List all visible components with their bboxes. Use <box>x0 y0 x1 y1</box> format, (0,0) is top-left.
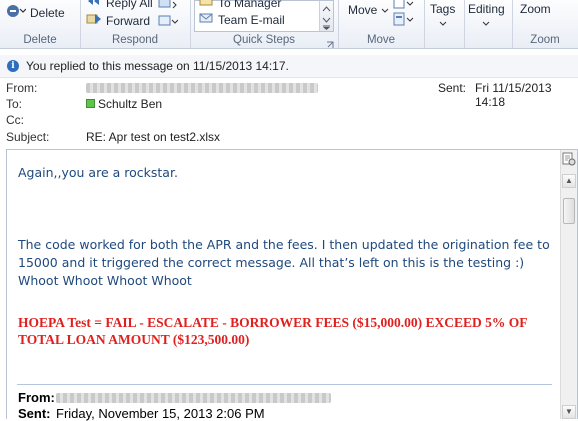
tags-button[interactable]: Tags <box>430 2 455 30</box>
to-label: To: <box>6 97 23 111</box>
scroll-down-button[interactable]: ▼ <box>562 405 576 419</box>
quoted-sent-label: Sent: <box>18 406 51 421</box>
team-email-icon <box>199 12 213 27</box>
delete-icon <box>6 3 27 22</box>
im-reply-icon[interactable] <box>158 0 178 15</box>
to-value: Schultz Ben <box>98 97 163 111</box>
info-icon: i <box>7 60 19 72</box>
editing-group: Editing <box>464 0 513 48</box>
delete-button[interactable]: Delete <box>6 3 65 22</box>
reply-all-icon <box>86 0 102 11</box>
forward-label: Forward <box>106 13 151 28</box>
reply-info-text: You replied to this message on 11/15/201… <box>26 59 289 73</box>
actions-icon[interactable] <box>392 11 414 30</box>
sent-label: Sent: <box>438 81 467 95</box>
cc-label: Cc: <box>6 113 24 127</box>
scroll-up-button[interactable]: ▲ <box>562 174 576 188</box>
editing-dropdown-icon <box>482 16 490 30</box>
respond-group-label: Respond <box>111 34 159 46</box>
to-recipient[interactable]: Schultz Ben <box>86 97 162 111</box>
ribbon: Delete Delete Reply All Forward Respond <box>0 0 578 49</box>
tags-dropdown-icon <box>439 16 447 30</box>
message-body[interactable]: Again,,you are a rockstar. The code work… <box>6 149 578 421</box>
quick-steps-scroll[interactable] <box>319 1 333 31</box>
subject-value: RE: Apr test on test2.xlsx <box>86 130 221 144</box>
move-button[interactable]: Move <box>348 3 389 17</box>
from-label: From: <box>6 81 38 95</box>
reply-all-label: Reply All <box>106 0 153 10</box>
view-in-browser-icon[interactable] <box>562 152 576 169</box>
body-line-1: Again,,you are a rockstar. <box>18 165 178 180</box>
team-email-label: Team E-mail <box>218 12 285 27</box>
body-para-line-2: 15000 and it triggered the correct messa… <box>18 255 525 270</box>
quick-step-team-email[interactable]: Team E-mail <box>199 12 285 27</box>
quick-step-to-manager[interactable]: To Manager <box>199 0 281 10</box>
move-label: Move <box>348 3 378 17</box>
forward-icon <box>86 12 102 29</box>
respond-group: Reply All Forward Respond <box>80 0 191 48</box>
delete-label: Delete <box>30 5 65 20</box>
vertical-scrollbar[interactable]: ▲ ▼ <box>560 150 577 419</box>
quoted-from-redacted <box>56 393 331 403</box>
to-manager-label: To Manager <box>218 0 282 10</box>
quick-steps-gallery: To Manager Team E-mail <box>194 0 334 32</box>
reply-all-button[interactable]: Reply All <box>86 0 153 11</box>
quick-steps-launcher-icon[interactable] <box>326 38 334 52</box>
quoted-sent-value: Friday, November 15, 2013 2:06 PM <box>56 406 265 421</box>
more-respond-icon[interactable] <box>158 14 179 31</box>
from-value-redacted <box>86 83 318 93</box>
quick-steps-group-label: Quick Steps <box>233 34 295 46</box>
to-manager-icon <box>199 0 213 10</box>
tags-group: Tags <box>424 0 465 48</box>
quoted-from-label: From: <box>18 390 55 405</box>
move-dropdown-icon <box>381 3 389 17</box>
forward-button[interactable]: Forward <box>86 12 150 29</box>
zoom-label: Zoom <box>520 2 551 16</box>
move-group: Move Move <box>338 0 425 48</box>
delete-group: Delete Delete <box>0 0 81 48</box>
editing-label: Editing <box>468 2 505 16</box>
presence-icon <box>86 97 95 111</box>
scroll-thumb[interactable] <box>563 198 575 224</box>
info-bar: i You replied to this message on 11/15/2… <box>0 55 578 78</box>
zoom-button[interactable]: Zoom <box>520 2 551 16</box>
tags-label: Tags <box>430 2 456 16</box>
body-para-line-1: The code worked for both the APR and the… <box>18 237 550 252</box>
sent-value: Fri 11/15/2013 14:18 <box>475 81 552 109</box>
body-para-line-3: Whoot Whoot Whoot Whoot <box>18 273 192 288</box>
subject-label: Subject: <box>6 130 50 144</box>
editing-button[interactable]: Editing <box>468 2 505 30</box>
zoom-group: Zoom Zoom <box>512 0 578 48</box>
quote-separator <box>17 384 552 385</box>
move-group-label: Move <box>366 34 396 46</box>
hoepa-alert-text: HOEPA Test = FAIL - ESCALATE - BORROWER … <box>18 315 527 347</box>
zoom-group-label: Zoom <box>530 34 560 46</box>
delete-group-label: Delete <box>23 34 57 46</box>
